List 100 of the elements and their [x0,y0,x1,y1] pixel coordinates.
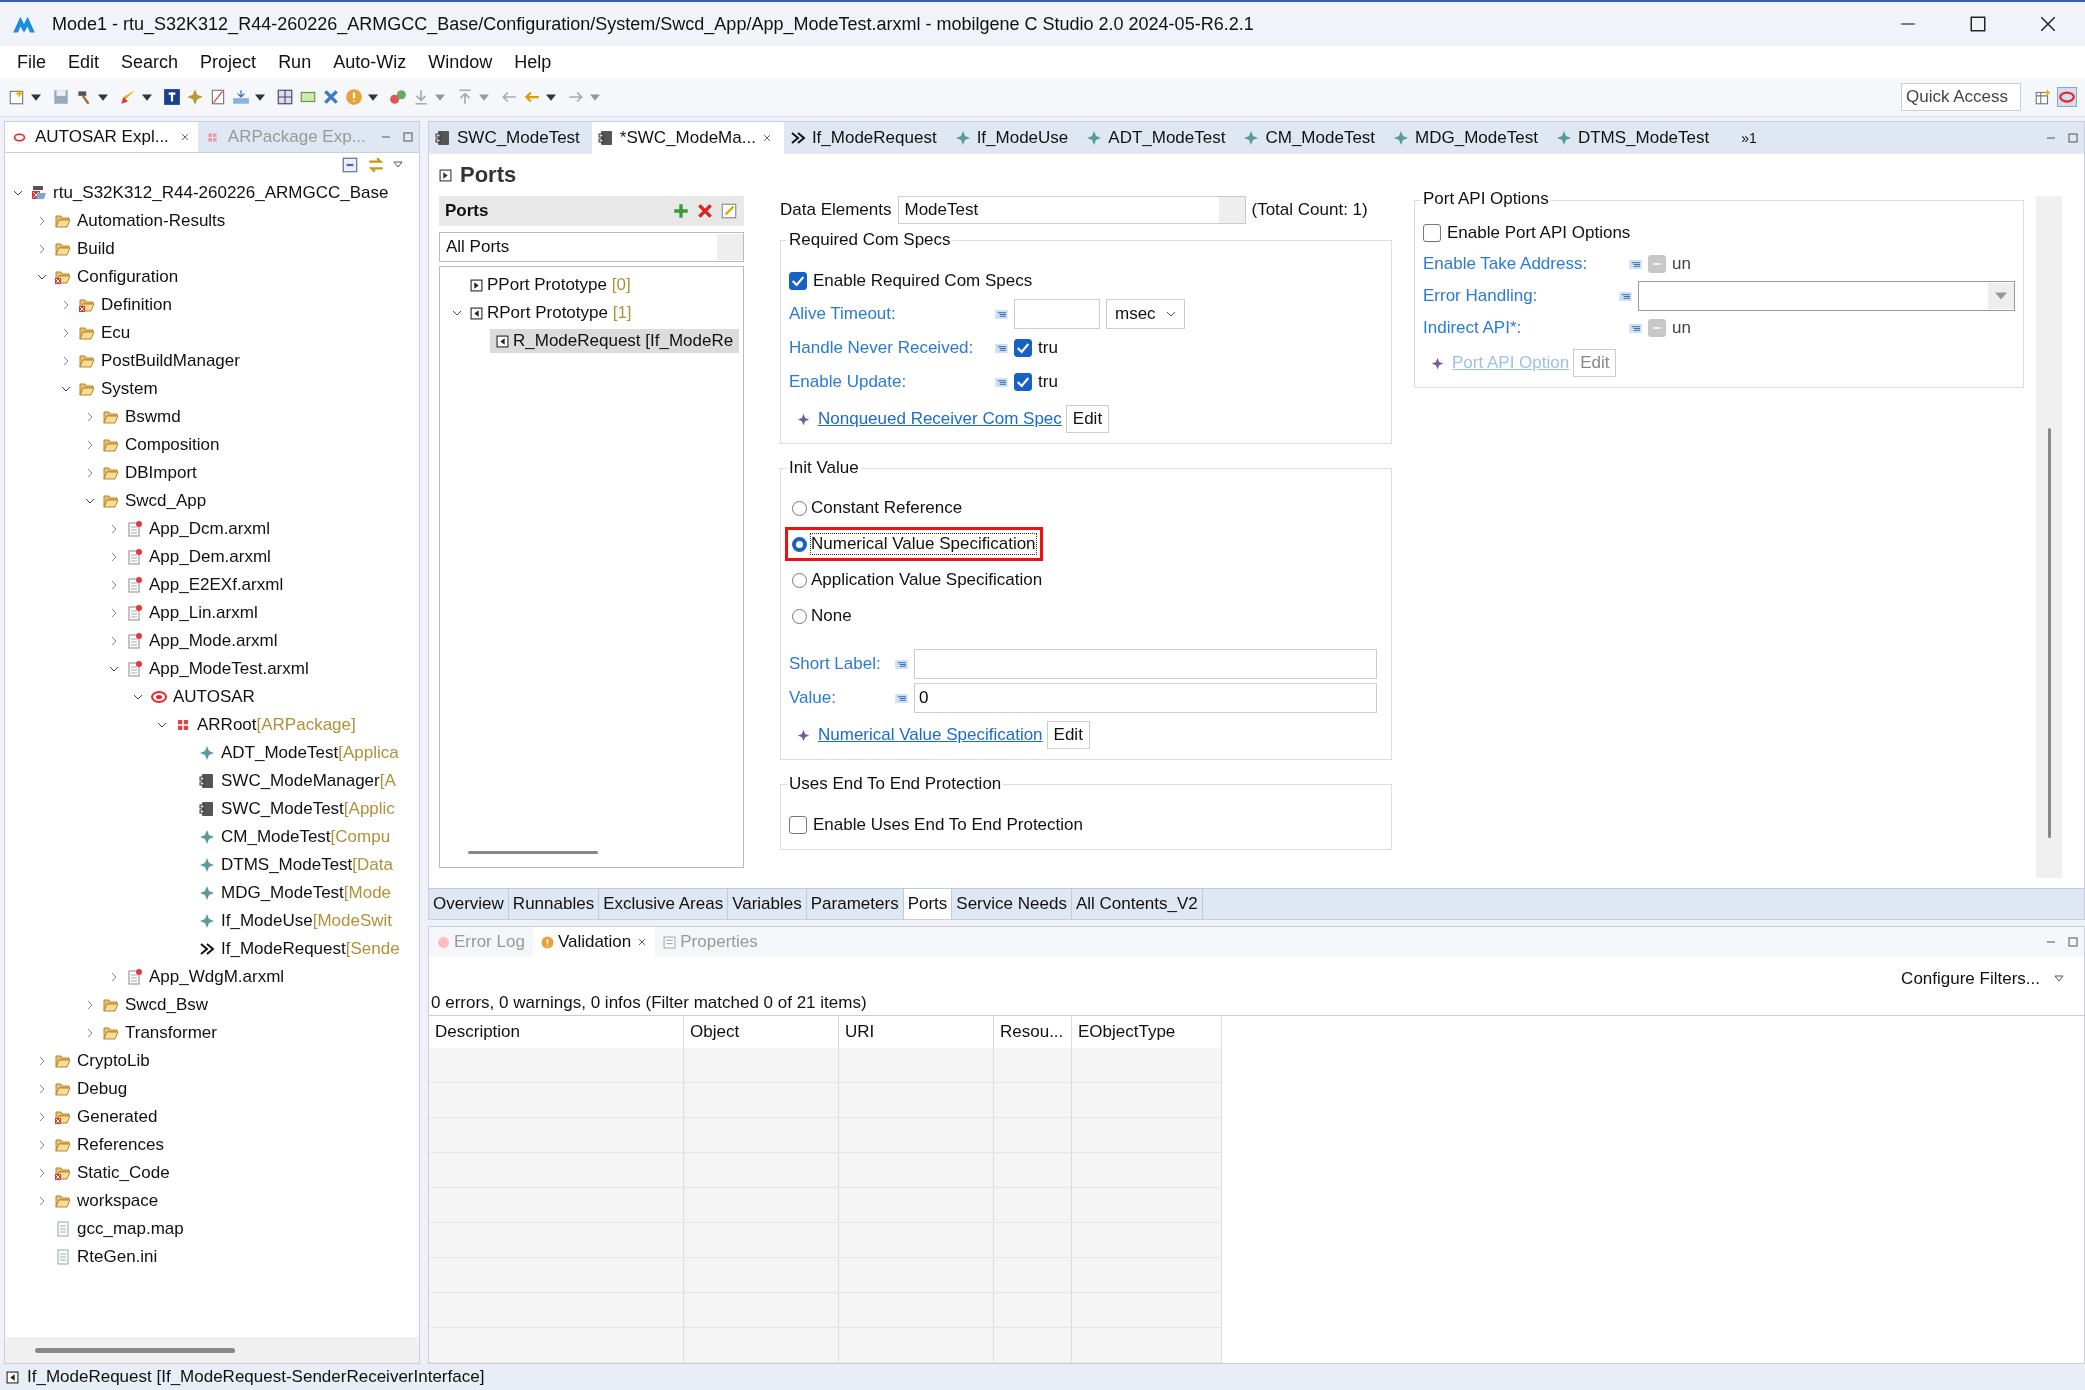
page-tab[interactable]: Ports [903,889,953,919]
checkbox[interactable] [789,272,807,290]
tree-item[interactable]: SWC_ModeTest[Applic [221,799,395,819]
tree-item[interactable]: Ecu [101,323,131,343]
editor-tab[interactable]: CM_ModeTest [1237,122,1388,154]
collapse-chevron-icon[interactable] [133,692,143,702]
tree-item[interactable]: Build [77,239,115,259]
collapse-chevron-icon[interactable] [452,308,462,318]
expand-chevron-icon[interactable] [109,524,119,534]
checkbox[interactable] [1014,339,1032,357]
tree-item[interactable]: Swcd_App [125,491,207,511]
expand-chevron-icon[interactable] [37,1168,47,1178]
tree-item[interactable]: R_ModeRequest [If_ModeRe [490,329,740,353]
checkbox[interactable] [789,816,807,834]
collapse-chevron-icon[interactable] [157,720,167,730]
edit-icon[interactable] [720,202,738,220]
page-tab[interactable]: Parameters [806,889,904,919]
filter-dropdown[interactable]: All Ports [439,232,744,262]
tree-item[interactable]: RteGen.ini [77,1247,158,1267]
editor-tab[interactable]: SWC_ModeTest [429,122,592,154]
tree-item[interactable]: Composition [125,435,220,455]
maximize-icon[interactable] [1969,15,1987,33]
tree-item[interactable]: If_ModeUse[ModeSwit [221,911,393,931]
page-tab[interactable]: Runnables [508,889,600,919]
tree-item[interactable]: AUTOSAR [173,687,255,707]
tree-item[interactable]: App_Dem.arxml [149,547,271,567]
tray-icon[interactable] [232,88,250,106]
menu-item[interactable]: Window [417,51,504,73]
expand-chevron-icon[interactable] [85,1000,95,1010]
editor-tab[interactable]: MDG_ModeTest [1387,122,1550,154]
menu-item[interactable]: Project [189,51,268,73]
grid-icon[interactable] [276,88,294,106]
document-icon[interactable] [209,88,227,106]
gears-icon[interactable] [389,88,407,106]
tree-item[interactable]: PPort Prototype [0] [487,275,631,295]
link[interactable]: Nonqueued Receiver Com Spec [818,409,1062,429]
expand-chevron-icon[interactable] [109,552,119,562]
alive-timeout-field[interactable] [1014,299,1100,329]
rocket-icon[interactable] [119,88,137,106]
expand-chevron-icon[interactable] [85,440,95,450]
tree-item[interactable]: Static_Code [77,1163,170,1183]
save-icon[interactable] [52,88,70,106]
upload-icon[interactable] [456,88,474,106]
view-menu-icon[interactable] [393,160,403,170]
indeterminate-checkbox[interactable] [1648,255,1666,273]
tree-item[interactable]: App_Lin.arxml [149,603,258,623]
menu-item[interactable]: Help [503,51,563,73]
tree-item[interactable]: DBImport [125,463,197,483]
expand-chevron-icon[interactable] [37,216,47,226]
radio-option[interactable]: None [785,599,859,633]
expand-chevron-icon[interactable] [61,356,71,366]
tree-item[interactable]: MDG_ModeTest[Mode [221,883,392,903]
tree-item[interactable]: PostBuildManager [101,351,240,371]
tree-item[interactable]: rtu_S32K312_R44-260226_ARMGCC_Base [53,183,389,203]
download-icon[interactable] [412,88,430,106]
tree-item[interactable]: RPort Prototype [1] [487,303,632,323]
caret-icon[interactable] [31,92,41,102]
expand-chevron-icon[interactable] [85,1028,95,1038]
tree-item[interactable]: Automation-Results [77,211,226,231]
edit-button[interactable]: Edit [1046,721,1090,749]
indeterminate-checkbox[interactable] [1648,319,1666,337]
expand-chevron-icon[interactable] [109,972,119,982]
tree-item[interactable]: App_E2EXf.arxml [149,575,284,595]
expand-chevron-icon[interactable] [61,300,71,310]
tree-item[interactable]: CM_ModeTest[Compu [221,827,391,847]
link-arrows-icon[interactable] [367,156,385,174]
collapse-all-icon[interactable] [341,156,359,174]
cross-icon[interactable] [322,88,340,106]
tree-item[interactable]: ADT_ModeTest[Applica [221,743,399,763]
tree-item[interactable]: System [101,379,158,399]
error-handling-dropdown[interactable] [1637,281,2015,311]
expand-chevron-icon[interactable] [37,1196,47,1206]
collapse-chevron-icon[interactable] [37,272,47,282]
tree-item[interactable]: App_WdgM.arxml [149,967,285,987]
expand-chevron-icon[interactable] [109,608,119,618]
tab-overflow-indicator[interactable]: »1 [1741,130,1757,146]
caret-icon[interactable] [142,92,152,102]
caret-icon[interactable] [368,92,378,102]
collapse-chevron-icon[interactable] [109,664,119,674]
editor-tab[interactable]: DTMS_ModeTest [1549,122,1722,154]
data-element-dropdown[interactable]: ModeTest [897,196,1246,224]
tree-item[interactable]: ARRoot[ARPackage] [197,715,356,735]
tree-item[interactable]: Bswmd [125,407,181,427]
expand-chevron-icon[interactable] [109,636,119,646]
radio-option[interactable]: Constant Reference [785,491,970,525]
collapse-chevron-icon[interactable] [85,496,95,506]
letter-tile-icon[interactable] [163,88,181,106]
view-tab[interactable]: AUTOSAR Expl... [5,122,198,152]
expand-chevron-icon[interactable] [37,244,47,254]
menu-item[interactable]: Auto-Wiz [322,51,418,73]
link[interactable]: Numerical Value Specification [818,725,1043,745]
expand-chevron-icon[interactable] [37,1084,47,1094]
caret-icon[interactable] [98,92,108,102]
page-tab[interactable]: Service Needs [952,889,1072,919]
caret-icon[interactable] [546,92,556,102]
page-tab[interactable]: Overview [429,889,509,919]
editor-tab[interactable]: If_ModeRequest [783,122,949,154]
tree-item[interactable]: Generated [77,1107,158,1127]
caret-icon[interactable] [255,92,265,102]
expand-chevron-icon[interactable] [85,468,95,478]
